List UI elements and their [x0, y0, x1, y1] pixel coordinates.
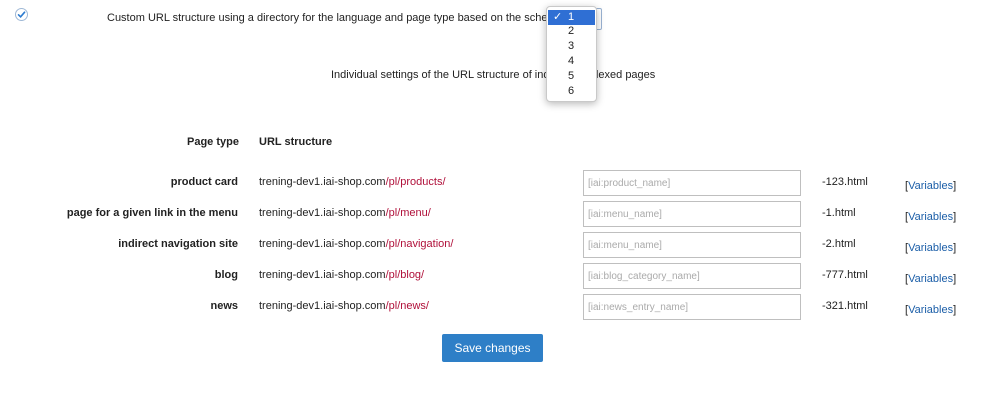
check-icon: [17, 11, 26, 18]
row-label-blog: blog: [214, 269, 238, 281]
url-suffix: -777.html: [822, 269, 868, 281]
variables-link[interactable]: [Variables]: [905, 180, 956, 192]
dropdown-option[interactable]: 3: [548, 39, 595, 54]
url-pattern-input[interactable]: [583, 263, 801, 289]
url-pattern-input[interactable]: [583, 201, 801, 227]
url-suffix: -321.html: [822, 300, 868, 312]
url-pattern-input[interactable]: [583, 170, 801, 196]
column-header-url-structure: URL structure: [259, 136, 333, 148]
section-subtitle: Individual settings of the URL structure…: [331, 69, 656, 81]
variables-link[interactable]: [Variables]: [905, 304, 956, 316]
column-header-page-type: Page type: [187, 136, 239, 148]
dropdown-option[interactable]: 4: [548, 54, 595, 69]
variables-link[interactable]: [Variables]: [905, 242, 956, 254]
save-changes-button[interactable]: Save changes: [442, 334, 543, 362]
checkmark-icon: ✓: [553, 11, 563, 23]
variables-link[interactable]: [Variables]: [905, 211, 956, 223]
url-pattern-input[interactable]: [583, 232, 801, 258]
dropdown-option[interactable]: 2: [548, 24, 595, 39]
row-label-product-card: product card: [170, 176, 238, 188]
url-suffix: -2.html: [822, 238, 856, 250]
dropdown-option[interactable]: 6: [548, 84, 595, 99]
url-suffix: -1.html: [822, 207, 856, 219]
row-label-indirect-navigation: indirect navigation site: [118, 238, 238, 250]
dropdown-option[interactable]: 5: [548, 69, 595, 84]
url-prefix: trening-dev1.iai-shop.com/pl/menu/: [259, 207, 431, 219]
url-suffix: -123.html: [822, 176, 868, 188]
url-prefix: trening-dev1.iai-shop.com/pl/navigation/: [259, 238, 454, 250]
scheme-dropdown[interactable]: ✓ 1 2 3 4 5 6: [546, 6, 597, 102]
url-prefix: trening-dev1.iai-shop.com/pl/news/: [259, 300, 429, 312]
url-option-radio[interactable]: [15, 8, 28, 21]
row-label-menu-link: page for a given link in the menu: [66, 207, 238, 219]
url-pattern-input[interactable]: [583, 294, 801, 320]
variables-link[interactable]: [Variables]: [905, 273, 956, 285]
url-prefix: trening-dev1.iai-shop.com/pl/products/: [259, 176, 446, 188]
row-label-news: news: [210, 300, 238, 312]
url-option-label: Custom URL structure using a directory f…: [107, 12, 563, 24]
dropdown-option[interactable]: ✓ 1: [548, 10, 595, 25]
url-prefix: trening-dev1.iai-shop.com/pl/blog/: [259, 269, 425, 281]
